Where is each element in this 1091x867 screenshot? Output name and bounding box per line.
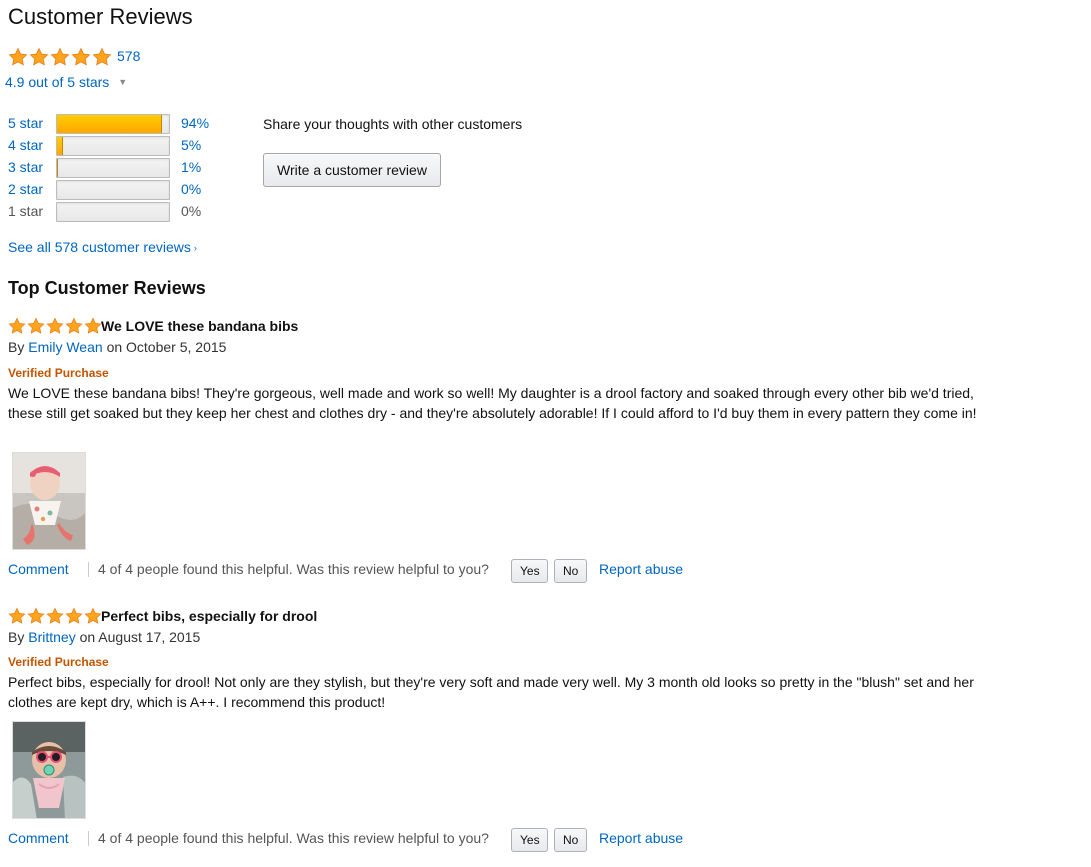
histogram-percent[interactable]: 0% <box>181 181 201 197</box>
review-title-link[interactable]: Perfect bibs, especially for drool <box>101 608 317 624</box>
review-author-link[interactable]: Brittney <box>28 629 75 645</box>
average-rating-dropdown[interactable]: 4.9 out of 5 stars ▼ <box>5 74 127 90</box>
star-icon <box>65 317 83 335</box>
histogram-bar <box>56 114 170 134</box>
review-stars[interactable] <box>8 317 102 335</box>
review-footer: Comment 4 of 4 people found this helpful… <box>8 828 708 852</box>
helpful-yes-button[interactable]: Yes <box>511 828 548 852</box>
histogram-bar-fill <box>57 159 59 177</box>
histogram-row-5-star[interactable]: 5 star 94% <box>8 114 218 134</box>
top-reviews-title: Top Customer Reviews <box>8 278 206 298</box>
histogram-label[interactable]: 3 star <box>8 159 43 175</box>
star-icon <box>8 47 28 67</box>
star-icon <box>29 47 49 67</box>
star-icon <box>8 317 26 335</box>
review-author-link[interactable]: Emily Wean <box>28 339 102 355</box>
histogram-bar <box>56 158 170 178</box>
review-title-link[interactable]: We LOVE these bandana bibs <box>101 318 298 334</box>
review-byline: By Brittney on August 17, 2015 <box>8 629 200 645</box>
verified-purchase-badge: Verified Purchase <box>8 366 109 380</box>
star-icon <box>71 47 91 67</box>
histogram-row-4-star[interactable]: 4 star 5% <box>8 136 218 156</box>
review-body: We LOVE these bandana bibs! They're gorg… <box>8 385 977 421</box>
histogram-percent[interactable]: 5% <box>181 137 201 153</box>
share-prompt: Share your thoughts with other customers <box>263 116 523 132</box>
review-footer: Comment 4 of 4 people found this helpful… <box>8 559 708 583</box>
review-count-link[interactable]: 578 <box>117 48 140 64</box>
by-prefix: By <box>8 339 25 355</box>
star-icon <box>46 317 64 335</box>
histogram-bar <box>56 202 170 222</box>
histogram-row-1-star: 1 star 0% <box>8 202 218 222</box>
histogram-percent: 0% <box>181 203 202 219</box>
average-rating-stars[interactable] <box>8 47 112 67</box>
report-abuse-link[interactable]: Report abuse <box>599 830 683 846</box>
star-icon <box>27 317 45 335</box>
star-icon <box>92 47 112 67</box>
helpful-text: 4 of 4 people found this helpful. Was th… <box>98 561 489 577</box>
histogram-bar <box>56 136 170 156</box>
review-date: on October 5, 2015 <box>106 339 227 355</box>
see-all-text: See all 578 customer reviews <box>8 239 191 255</box>
star-icon <box>65 607 83 625</box>
arrow-right-icon: › <box>193 243 197 253</box>
helpful-no-button[interactable]: No <box>554 828 587 852</box>
average-rating-text: 4.9 out of 5 stars <box>5 74 110 90</box>
review-byline: By Emily Wean on October 5, 2015 <box>8 339 226 355</box>
write-review-button[interactable]: Write a customer review <box>263 153 441 187</box>
verified-purchase-badge: Verified Purchase <box>8 655 109 669</box>
baby-photo-image <box>13 722 85 818</box>
by-prefix: By <box>8 629 25 645</box>
review-body: Perfect bibs, especially for drool! Not … <box>8 674 974 710</box>
histogram-label[interactable]: 2 star <box>8 181 43 197</box>
histogram-label[interactable]: 5 star <box>8 115 43 131</box>
histogram-label: 1 star <box>8 203 44 219</box>
histogram-bar-fill <box>57 137 63 155</box>
review-date: on August 17, 2015 <box>79 629 201 645</box>
report-abuse-link[interactable]: Report abuse <box>599 561 683 577</box>
baby-photo-image <box>13 453 85 549</box>
page-title: Customer Reviews <box>8 4 193 29</box>
histogram-row-2-star[interactable]: 2 star 0% <box>8 180 218 200</box>
see-all-reviews-link[interactable]: See all 578 customer reviews › <box>8 239 197 255</box>
review-image-thumbnail[interactable] <box>12 721 86 819</box>
review-stars[interactable] <box>8 607 102 625</box>
star-icon <box>46 607 64 625</box>
histogram-percent[interactable]: 1% <box>181 159 201 175</box>
comment-link[interactable]: Comment <box>8 561 69 577</box>
star-icon <box>84 607 102 625</box>
star-icon <box>84 317 102 335</box>
histogram-label[interactable]: 4 star <box>8 137 43 153</box>
histogram-row-3-star[interactable]: 3 star 1% <box>8 158 218 178</box>
divider <box>88 562 89 577</box>
helpful-text: 4 of 4 people found this helpful. Was th… <box>98 830 489 846</box>
star-icon <box>27 607 45 625</box>
review-image-thumbnail[interactable] <box>12 452 86 550</box>
helpful-no-button[interactable]: No <box>554 559 587 583</box>
caret-down-icon: ▼ <box>118 77 128 87</box>
star-icon <box>50 47 70 67</box>
divider <box>88 831 89 846</box>
star-icon <box>8 607 26 625</box>
histogram-bar-fill <box>57 115 163 133</box>
helpful-yes-button[interactable]: Yes <box>511 559 548 583</box>
histogram-percent[interactable]: 94% <box>181 115 209 131</box>
comment-link[interactable]: Comment <box>8 830 69 846</box>
histogram-bar <box>56 180 170 200</box>
